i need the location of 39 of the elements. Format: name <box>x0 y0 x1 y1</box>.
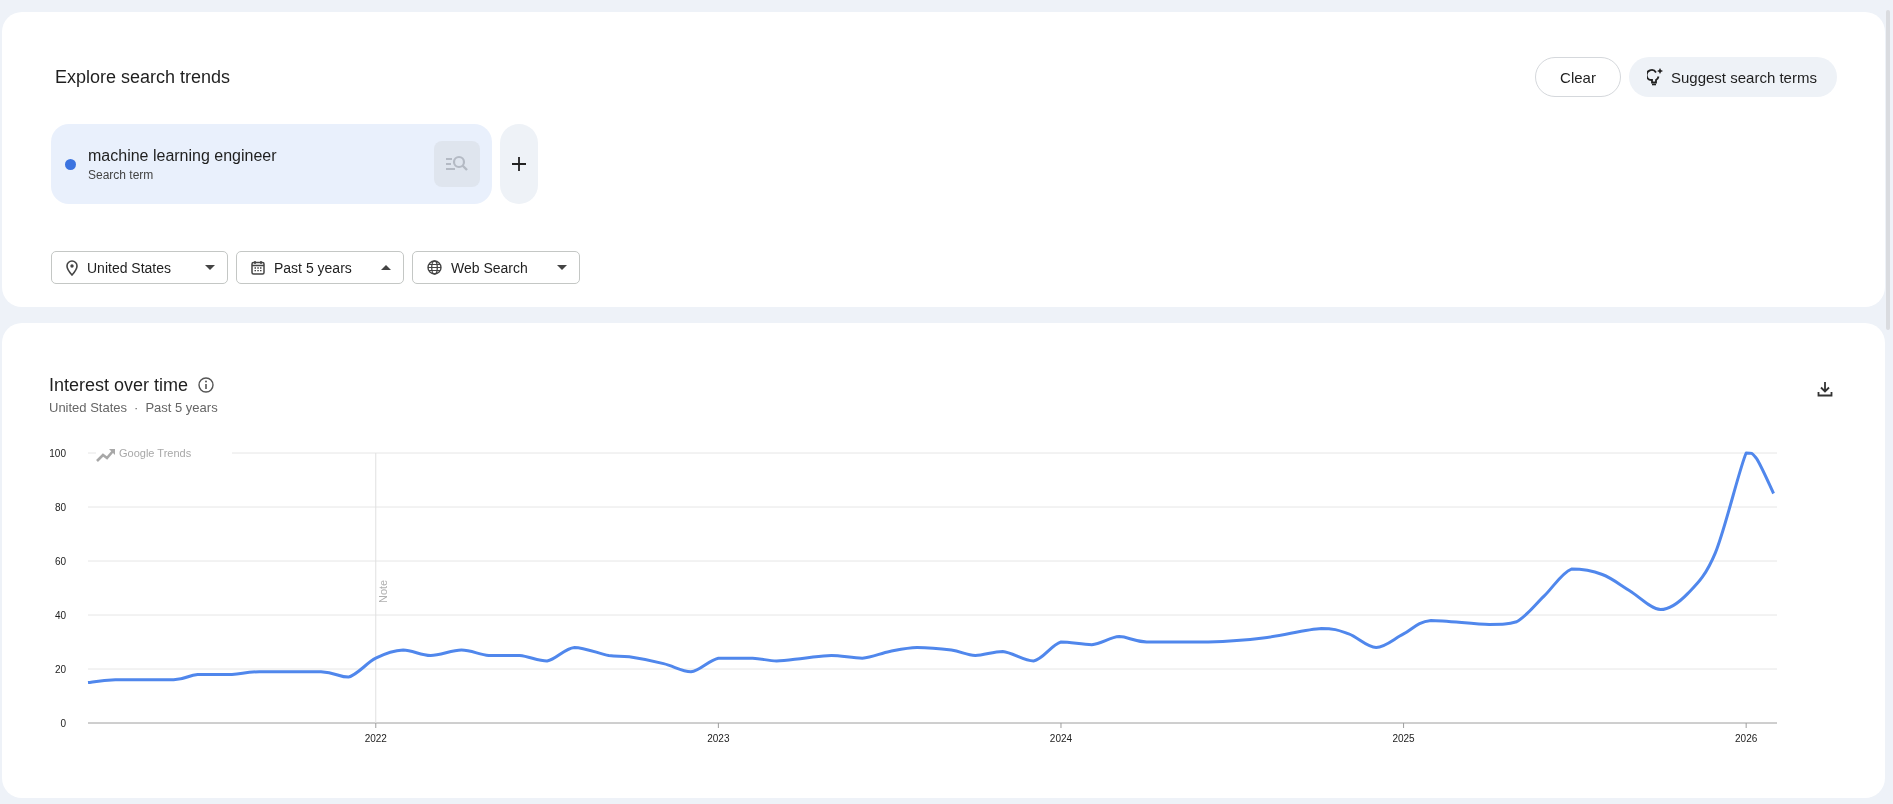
x-axis-label: 2023 <box>707 733 730 744</box>
info-icon[interactable] <box>198 377 215 393</box>
x-axis-label: 2026 <box>1735 733 1758 744</box>
download-icon[interactable] <box>1817 381 1833 397</box>
note-label: Note <box>376 579 389 603</box>
y-axis-label: 40 <box>54 610 66 621</box>
section-title: Explore search trends <box>54 66 232 88</box>
term-text: machine learning engineer <box>88 146 278 165</box>
search-term-chip[interactable]: machine learning engineer Search term <box>51 124 492 204</box>
sparkle-bulb-icon <box>1647 68 1663 86</box>
caret-icon <box>381 265 391 270</box>
caret-icon <box>557 265 567 270</box>
search-list-icon[interactable] <box>434 141 480 187</box>
y-axis-label: 80 <box>54 502 66 513</box>
filter-dropdown[interactable]: Past 5 years <box>236 251 404 284</box>
y-axis-label: 100 <box>49 448 66 459</box>
calendar-icon <box>251 260 265 275</box>
suggest-button[interactable]: Suggest search terms <box>1629 57 1837 97</box>
caret-icon <box>205 265 215 270</box>
x-axis-label: 2024 <box>1049 733 1073 744</box>
globe-icon <box>427 260 442 275</box>
clear-button[interactable]: Clear <box>1535 57 1621 97</box>
trend-arrow-icon <box>96 449 115 462</box>
term-type: Search term <box>88 167 155 182</box>
chart-subtitle: United States <box>49 400 128 415</box>
branding-label: Google Trends <box>119 447 192 459</box>
plus-icon <box>512 157 526 171</box>
filter-dropdown[interactable]: Web Search <box>412 251 580 284</box>
y-axis-label: 20 <box>54 664 66 675</box>
add-term-button[interactable] <box>500 124 538 204</box>
filter-dropdown[interactable]: United States <box>51 251 228 284</box>
chart-subtitle: · <box>134 400 139 415</box>
x-axis-label: 2025 <box>1392 733 1415 744</box>
x-axis-label: 2022 <box>364 733 387 744</box>
chart-title: Interest over time <box>49 374 189 396</box>
y-axis-label: 60 <box>54 556 66 567</box>
y-axis-label: 0 <box>60 718 66 729</box>
location-pin-icon <box>66 259 78 276</box>
chart-subtitle: Past 5 years <box>145 400 218 415</box>
